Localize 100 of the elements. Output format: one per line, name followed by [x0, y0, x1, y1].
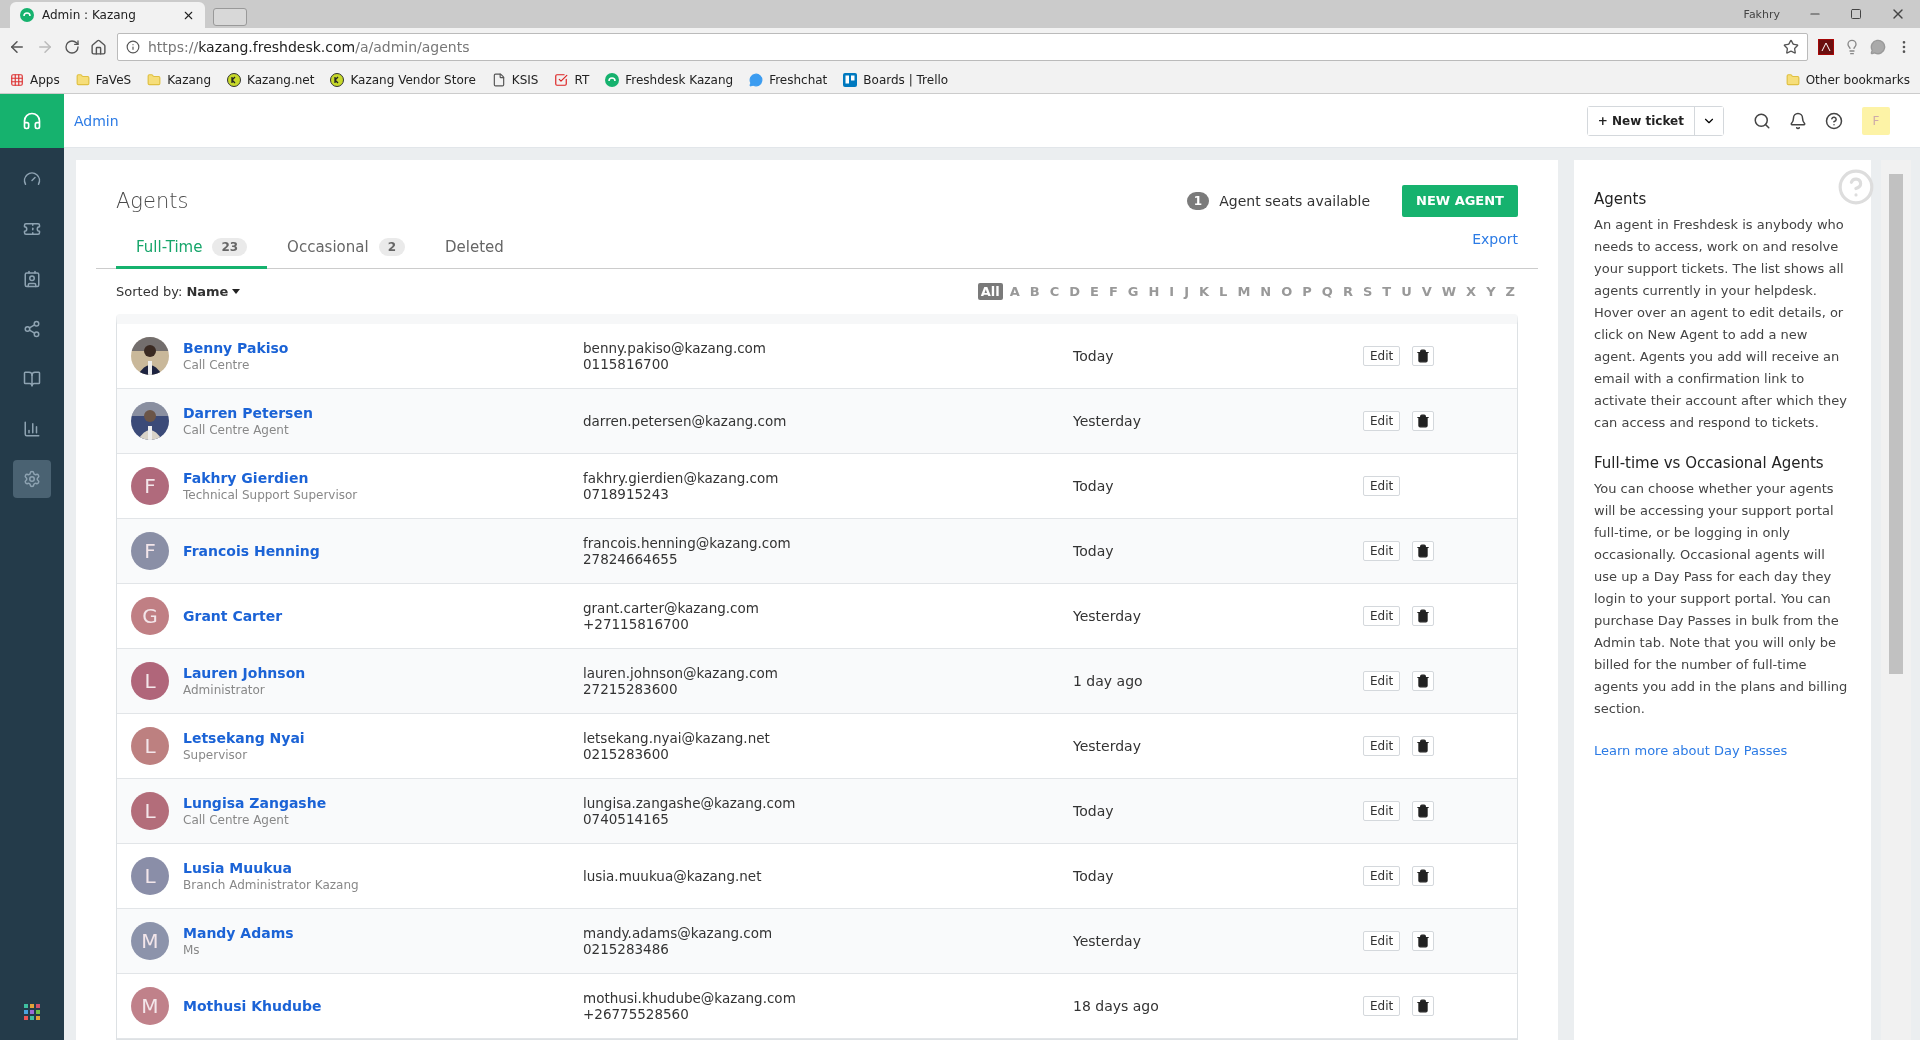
letter-filter[interactable]: M — [1234, 282, 1254, 300]
letter-filter[interactable]: X — [1463, 282, 1480, 300]
pdf-extension-icon[interactable] — [1818, 39, 1834, 55]
agent-name[interactable]: Benny Pakiso — [183, 340, 583, 356]
edit-button[interactable]: Edit — [1363, 736, 1401, 756]
bookmark[interactable]: Kazang.net — [227, 72, 315, 87]
tab[interactable]: Full-Time 23 — [116, 237, 268, 269]
delete-button[interactable] — [1412, 801, 1435, 821]
scrollbar-thumb[interactable] — [1889, 174, 1903, 674]
letter-filter[interactable]: Y — [1483, 282, 1499, 300]
letter-filter[interactable]: Q — [1318, 282, 1336, 300]
last-seen: Yesterday — [1073, 413, 1142, 429]
bookmark[interactable]: RT — [554, 72, 590, 87]
agent-name[interactable]: Fakhry Gierdien — [183, 470, 583, 486]
delete-button[interactable] — [1412, 866, 1435, 886]
agent-phone: 0215283486 — [583, 941, 670, 957]
address-bar[interactable]: https://kazang.freshdesk.com/a/admin/agents — [117, 33, 1808, 61]
search-icon[interactable] — [1753, 111, 1771, 130]
edit-button[interactable]: Edit — [1363, 866, 1401, 886]
edit-button[interactable]: Edit — [1363, 996, 1401, 1016]
delete-button[interactable] — [1412, 606, 1435, 626]
agent-name[interactable]: Francois Henning — [183, 543, 583, 559]
edit-button[interactable]: Edit — [1363, 671, 1401, 691]
delete-button[interactable] — [1412, 736, 1435, 756]
letter-filter[interactable]: All — [977, 282, 1003, 300]
edit-button[interactable]: Edit — [1363, 931, 1401, 951]
edit-button[interactable]: Edit — [1363, 346, 1401, 366]
letter-filter[interactable]: I — [1166, 282, 1178, 300]
letter-filter[interactable]: V — [1418, 282, 1435, 300]
letter-filter[interactable]: N — [1257, 282, 1275, 300]
bookmark[interactable]: Kazang Vendor Store — [330, 72, 476, 87]
tab[interactable]: Occasional 2 — [267, 237, 425, 269]
letter-filter[interactable]: W — [1438, 282, 1460, 300]
tab[interactable]: Deleted — [425, 237, 524, 269]
new-agent-button[interactable]: NEW AGENT — [1402, 184, 1518, 217]
bookmark[interactable]: Freshchat — [749, 72, 828, 87]
letter-filter[interactable]: L — [1216, 282, 1231, 300]
agent-name[interactable]: Mothusi Khudube — [183, 998, 583, 1014]
apps-grid-icon[interactable] — [24, 1004, 40, 1020]
letter-filter[interactable]: F — [1105, 282, 1121, 300]
info-icon[interactable] — [126, 40, 140, 54]
letter-filter[interactable]: B — [1026, 282, 1043, 300]
new-ticket-button[interactable]: + New ticket — [1587, 106, 1695, 135]
edit-button[interactable]: Edit — [1363, 801, 1401, 821]
home-icon[interactable] — [90, 38, 107, 56]
edit-button[interactable]: Edit — [1363, 476, 1401, 496]
profile-name[interactable]: Fakhry — [1743, 7, 1780, 21]
back-icon[interactable] — [8, 38, 26, 56]
letter-filter[interactable]: C — [1046, 282, 1063, 300]
letter-filter[interactable]: U — [1398, 282, 1415, 300]
letter-filter[interactable]: O — [1278, 282, 1296, 300]
kazang-logo-icon — [330, 72, 345, 87]
letter-filter[interactable]: D — [1066, 282, 1083, 300]
delete-button[interactable] — [1412, 931, 1435, 951]
agent-name[interactable]: Darren Petersen — [183, 405, 583, 421]
delete-button[interactable] — [1412, 411, 1435, 431]
letter-filter[interactable]: G — [1124, 282, 1142, 300]
letter-filter[interactable]: P — [1299, 282, 1315, 300]
bell-icon[interactable] — [1789, 111, 1807, 130]
export-link[interactable]: Export — [1472, 230, 1518, 247]
letter-filter[interactable]: H — [1145, 282, 1163, 300]
chat-bubble-icon[interactable] — [1870, 39, 1886, 55]
agent-name[interactable]: Lusia Muukua — [183, 860, 583, 876]
sort-dropdown[interactable]: Sorted by: Name — [116, 283, 241, 299]
browser-tab[interactable]: Admin : Kazang — [10, 2, 205, 28]
settings-icon — [23, 470, 41, 488]
delete-button[interactable] — [1412, 996, 1435, 1016]
edit-button[interactable]: Edit — [1363, 606, 1401, 626]
learn-more-link[interactable]: Learn more about Day Passes — [1594, 743, 1788, 758]
letter-filter[interactable]: S — [1359, 282, 1376, 300]
delete-button[interactable] — [1412, 671, 1435, 691]
agent-name[interactable]: Lauren Johnson — [183, 665, 583, 681]
letter-filter[interactable]: J — [1181, 282, 1192, 300]
contact-card-icon — [23, 270, 41, 288]
agent-name[interactable]: Lungisa Zangashe — [183, 795, 583, 811]
bookmark[interactable]: Apps — [10, 72, 60, 87]
bookmark[interactable]: Boards | Trello — [843, 72, 949, 87]
letter-filter[interactable]: E — [1087, 282, 1102, 300]
letter-filter[interactable]: T — [1379, 282, 1395, 300]
letter-filter[interactable]: A — [1006, 282, 1023, 300]
letter-filter[interactable]: K — [1196, 282, 1213, 300]
bookmark[interactable]: FaVeS — [75, 72, 132, 87]
bookmark[interactable]: Kazang — [147, 72, 212, 87]
delete-button[interactable] — [1412, 541, 1435, 561]
delete-button[interactable] — [1412, 346, 1435, 366]
star-icon[interactable] — [1783, 39, 1799, 55]
agent-name[interactable]: Letsekang Nyai — [183, 730, 583, 746]
help-icon[interactable] — [1825, 111, 1843, 130]
agent-name[interactable]: Grant Carter — [183, 608, 583, 624]
lightbulb-icon[interactable] — [1844, 39, 1860, 55]
bookmark[interactable]: Freshdesk Kazang — [605, 72, 734, 87]
agent-name[interactable]: Mandy Adams — [183, 925, 583, 941]
reload-icon[interactable] — [64, 39, 80, 55]
letter-filter[interactable]: R — [1339, 282, 1356, 300]
bookmark[interactable]: KSIS — [491, 72, 539, 87]
letter-filter[interactable]: Z — [1502, 282, 1518, 300]
bookmark-folder[interactable]: Other bookmarks — [1785, 72, 1910, 87]
edit-button[interactable]: Edit — [1363, 411, 1401, 431]
restore-icon[interactable] — [1850, 8, 1862, 20]
edit-button[interactable]: Edit — [1363, 541, 1401, 561]
